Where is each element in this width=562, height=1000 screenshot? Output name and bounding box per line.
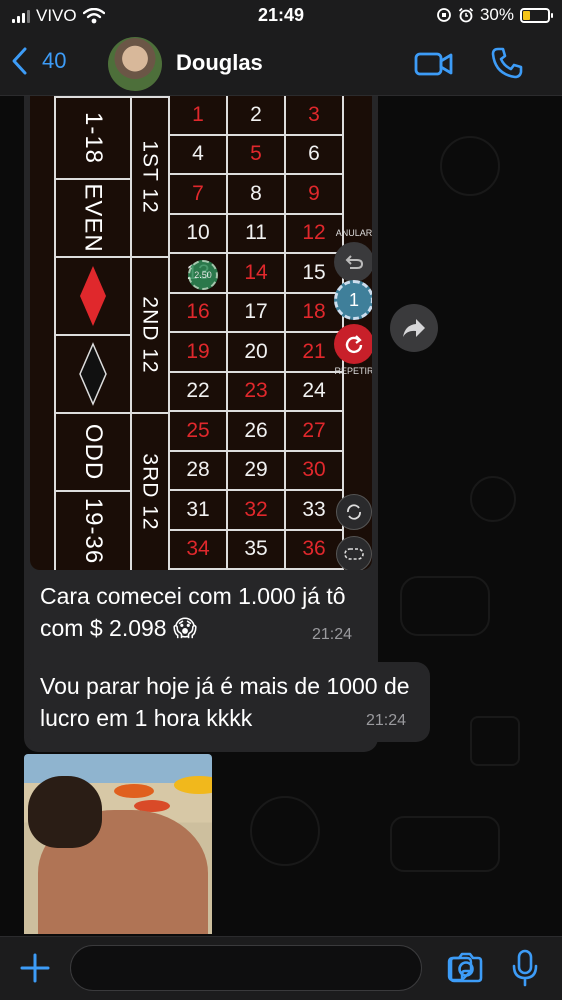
- message-text: Vou parar hoje já é mais de 1000 de lucr…: [40, 673, 410, 731]
- roulette-number-14: 14: [228, 254, 286, 294]
- back-button[interactable]: 40: [10, 46, 66, 76]
- forward-icon: [403, 319, 425, 337]
- status-bar: VIVO 21:49 30%: [0, 0, 562, 32]
- roulette-number-34: 34: [170, 530, 228, 570]
- chevron-left-icon: [12, 47, 27, 75]
- alarm-icon: [458, 7, 474, 23]
- placed-chip: 2.50: [188, 260, 218, 290]
- battery-percent: 30%: [479, 5, 514, 24]
- beach-umbrella: [174, 776, 212, 794]
- undo-icon: [345, 255, 364, 269]
- chip-selector: 1: [334, 280, 372, 320]
- repeat-button: [334, 324, 372, 364]
- autoplay-button: [336, 494, 372, 530]
- roulette-number-1: 1: [170, 96, 228, 136]
- microphone-icon[interactable]: [512, 949, 538, 987]
- image-message[interactable]: 1-18 EVEN ODD 19-36 1ST 12 2ND 12 3RD 12…: [24, 96, 378, 752]
- orientation-lock-icon: [437, 8, 451, 22]
- roulette-number-11: 11: [228, 214, 286, 254]
- composer-bar: [0, 936, 562, 1000]
- roulette-number-20: 20: [228, 333, 286, 373]
- wallpaper-doodle: [390, 816, 500, 872]
- phone-icon[interactable]: [490, 46, 524, 80]
- status-right: 30%: [436, 5, 553, 25]
- roulette-number-7: 7: [170, 175, 228, 215]
- roulette-number-2: 2: [228, 96, 286, 136]
- roulette-number-31: 31: [170, 491, 228, 531]
- roulette-number-23: 23: [228, 372, 286, 412]
- message-field[interactable]: [70, 945, 473, 991]
- bet-19-36: 19-36: [56, 490, 130, 570]
- unread-count: 40: [42, 48, 67, 73]
- person-head: [28, 776, 102, 848]
- roulette-number-3: 3: [286, 96, 344, 136]
- bet-1-18: 1-18: [56, 96, 130, 178]
- roulette-number-4: 4: [170, 135, 228, 175]
- repeat-icon: [345, 335, 363, 354]
- roulette-number-6: 6: [286, 135, 344, 175]
- chat-area[interactable]: 1-18 EVEN ODD 19-36 1ST 12 2ND 12 3RD 12…: [0, 96, 562, 936]
- wallpaper-doodle: [400, 576, 490, 636]
- roulette-number-5: 5: [228, 135, 286, 175]
- bet-1st-12: 1ST 12: [132, 96, 168, 256]
- message-input[interactable]: [85, 954, 365, 982]
- contact-name[interactable]: Douglas: [176, 50, 263, 76]
- bet-red-diamond: [56, 256, 130, 334]
- roulette-number-26: 26: [228, 412, 286, 452]
- camera-icon[interactable]: [448, 952, 484, 984]
- undo-button: [334, 242, 372, 282]
- avatar[interactable]: [108, 37, 162, 91]
- roulette-number-29: 29: [228, 451, 286, 491]
- autoplay-icon: [347, 504, 361, 520]
- beach-umbrella: [114, 784, 154, 798]
- chat-bubble-icon: [344, 548, 364, 560]
- roulette-number-35: 35: [228, 530, 286, 570]
- wallpaper-doodle: [250, 796, 320, 866]
- dozen-bets: 1ST 12 2ND 12 3RD 12: [132, 96, 170, 570]
- roulette-table-image[interactable]: 1-18 EVEN ODD 19-36 1ST 12 2ND 12 3RD 12…: [30, 96, 372, 570]
- roulette-number-8: 8: [228, 175, 286, 215]
- message-time: 21:24: [366, 712, 407, 729]
- roulette-number-28: 28: [170, 451, 228, 491]
- bet-3rd-12: 3RD 12: [132, 412, 168, 570]
- battery-icon: [520, 7, 553, 23]
- video-message-thumbnail[interactable]: [24, 754, 212, 934]
- chat-toggle-button: [336, 536, 372, 570]
- message-time: 21:24: [312, 626, 353, 643]
- wallpaper-doodle: [470, 476, 516, 522]
- video-call-icon[interactable]: [414, 48, 454, 80]
- number-grid: 1234567891011121314151617181920212223242…: [170, 96, 346, 570]
- roulette-number-30: 30: [286, 451, 344, 491]
- bet-even: EVEN: [56, 178, 130, 256]
- roulette-number-27: 27: [286, 412, 344, 452]
- outside-bets: 1-18 EVEN ODD 19-36: [54, 96, 132, 570]
- roulette-number-25: 25: [170, 412, 228, 452]
- text-message[interactable]: Vou parar hoje já é mais de 1000 de lucr…: [24, 662, 430, 742]
- roulette-number-17: 17: [228, 293, 286, 333]
- roulette-number-32: 32: [228, 491, 286, 531]
- wallpaper-doodle: [440, 136, 500, 196]
- roulette-number-24: 24: [286, 372, 344, 412]
- roulette-number-22: 22: [170, 372, 228, 412]
- bet-odd: ODD: [56, 412, 130, 490]
- repeat-label: REPETIR: [334, 366, 372, 376]
- chat-header: 40 Douglas: [0, 32, 562, 96]
- roulette-number-19: 19: [170, 333, 228, 373]
- roulette-number-16: 16: [170, 293, 228, 333]
- wallpaper-doodle: [470, 716, 520, 766]
- plus-icon[interactable]: [18, 951, 52, 985]
- bet-2nd-12: 2ND 12: [132, 256, 168, 412]
- bet-black-diamond: [56, 334, 130, 412]
- roulette-number-10: 10: [170, 214, 228, 254]
- roulette-number-9: 9: [286, 175, 344, 215]
- forward-button[interactable]: [390, 304, 438, 352]
- undo-label: ANULAR: [335, 228, 372, 238]
